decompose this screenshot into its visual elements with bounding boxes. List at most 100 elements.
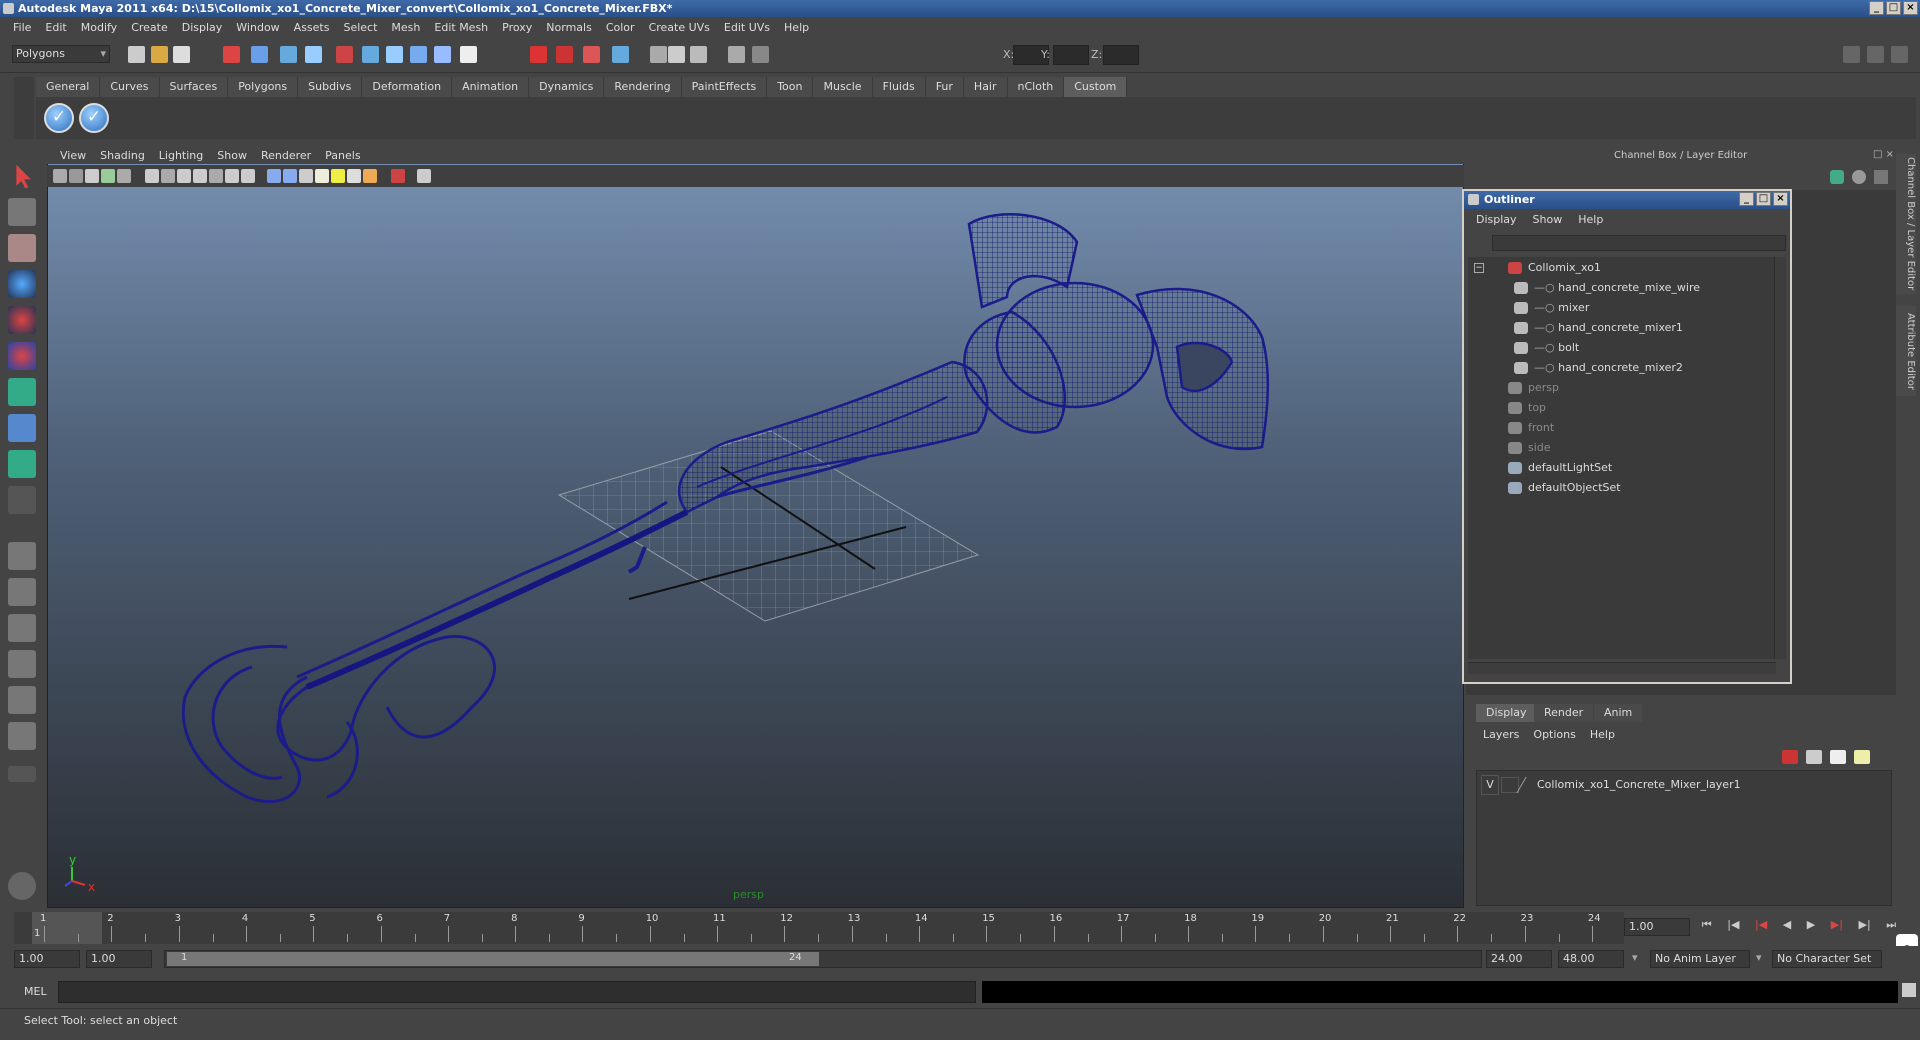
maximize-button[interactable]: □ [1886,1,1901,15]
default-light-icon[interactable] [267,169,281,183]
character-set-dropdown-icon[interactable]: ▾ [1756,951,1762,964]
check-icon[interactable]: ✓ [79,103,109,133]
attribute-editor-side-tab[interactable]: Attribute Editor [1896,306,1916,396]
outliner-item[interactable]: Collomix_xo1 [1508,259,1601,277]
select-tool-icon[interactable] [16,164,31,189]
shelf-tab-ncloth[interactable]: nCloth [1007,77,1065,97]
select-by-hierarchy-icon[interactable] [223,46,240,63]
playback-end-field[interactable]: 24.00 [1486,950,1552,968]
menu-select[interactable]: Select [336,21,384,34]
sculpt-icon[interactable] [728,46,745,63]
outliner-item[interactable]: —○ hand_concrete_mixer2 [1514,359,1683,377]
shelf-tab-deformation[interactable]: Deformation [362,77,453,97]
step-forward-frame-icon[interactable]: ▶| [1859,918,1871,938]
menu-help[interactable]: Help [777,21,816,34]
scale-tool-icon[interactable] [8,342,36,370]
menu-normals[interactable]: Normals [539,21,599,34]
viewport-menu-lighting[interactable]: Lighting [152,149,210,162]
current-time-field[interactable]: 1.00 [1624,918,1690,936]
concrete-mixer-wireframe[interactable]: y x [47,187,1464,908]
layer-tab-display[interactable]: Display [1476,704,1537,722]
shelf-tab-custom[interactable]: Custom [1064,77,1128,97]
backface-icon[interactable] [391,169,405,183]
outliner-item[interactable]: —○ hand_concrete_mixe_wire [1514,279,1700,297]
snap-to-curve-icon[interactable] [386,46,403,63]
z-field[interactable] [1103,45,1139,65]
textured-icon[interactable] [241,169,255,183]
viewport-menu-view[interactable]: View [53,149,93,162]
high-quality-icon[interactable] [347,169,361,183]
go-to-end-icon[interactable]: ⏭ [1886,918,1896,938]
viewport-menu-shading[interactable]: Shading [93,149,152,162]
select-by-component-icon[interactable] [280,46,297,63]
animation-end-field[interactable]: 48.00 [1558,950,1624,968]
outliner-close-button[interactable]: × [1773,192,1788,206]
open-scene-icon[interactable] [151,46,168,63]
range-slider-track[interactable]: 1 24 [164,950,1482,968]
new-layer-empty-icon[interactable] [1782,750,1798,764]
animation-start-field[interactable]: 1.00 [14,950,80,968]
layer-row[interactable]: V Collomix_xo1_Concrete_Mixer_layer1 [1481,775,1881,795]
menu-create-uvs[interactable]: Create UVs [642,21,717,34]
attribute-editor-toggle-icon[interactable] [1867,46,1884,63]
history-icon[interactable] [530,46,547,63]
shelf-tab-muscle[interactable]: Muscle [813,77,873,97]
menu-mesh[interactable]: Mesh [384,21,427,34]
playback-start-field[interactable]: 1.00 [86,950,152,968]
camera-attributes-icon[interactable] [69,169,83,183]
channel-speed-icon[interactable] [1852,170,1866,184]
outliner-item[interactable]: persp [1508,379,1559,397]
shelf-tab-rendering[interactable]: Rendering [604,77,682,97]
last-tool-icon[interactable] [8,486,36,514]
persp-graph-layout-icon[interactable] [8,650,36,678]
outliner-menu-show[interactable]: Show [1525,213,1571,226]
isolate-select-icon[interactable] [331,169,345,183]
menu-edit-mesh[interactable]: Edit Mesh [427,21,495,34]
viewport-menu-renderer[interactable]: Renderer [254,149,318,162]
outliner-menu-help[interactable]: Help [1570,213,1611,226]
hud-icon[interactable] [417,169,431,183]
anim-layer-dropdown[interactable]: No Anim Layer [1650,950,1750,968]
step-forward-key-icon[interactable]: ▶| [1831,918,1843,938]
new-layer-selected-icon[interactable] [1806,750,1822,764]
layer-color-swatch[interactable] [1516,777,1538,793]
outliner-persp-graph-layout-icon[interactable] [8,686,36,714]
outliner-vertical-scrollbar[interactable] [1774,257,1786,659]
viewport-menu-show[interactable]: Show [210,149,254,162]
shelf-tab-surfaces[interactable]: Surfaces [159,77,229,97]
shelf-tab-fluids[interactable]: Fluids [872,77,926,97]
play-backwards-icon[interactable]: ◀ [1783,918,1791,938]
highlight-selection-icon[interactable] [336,46,353,63]
layer-options-icon[interactable] [1854,750,1870,764]
menu-create[interactable]: Create [124,21,175,34]
single-perspective-layout-icon[interactable] [8,542,36,570]
move-tool-icon[interactable] [8,270,36,298]
shelf-tab-hair[interactable]: Hair [963,77,1008,97]
menu-edit[interactable]: Edit [38,21,73,34]
smooth-shade-icon[interactable] [193,169,207,183]
shelf-tab-dynamics[interactable]: Dynamics [529,77,605,97]
menu-modify[interactable]: Modify [74,21,124,34]
soft-modification-icon[interactable] [8,414,36,442]
layer-tab-anim[interactable]: Anim [1594,704,1643,722]
show-manipulator-icon[interactable] [8,450,36,478]
range-slider-handle[interactable] [167,952,819,966]
rotate-tool-icon[interactable] [8,306,36,334]
shadows-icon[interactable] [315,169,329,183]
viewport-menu-panels[interactable]: Panels [318,149,367,162]
anim-layer-dropdown-icon[interactable]: ▾ [1632,951,1638,964]
outliner-item[interactable]: side [1508,439,1551,457]
wireframe-icon[interactable] [177,169,191,183]
outliner-maximize-button[interactable]: □ [1756,192,1771,206]
character-set-dropdown[interactable]: No Character Set [1772,950,1882,968]
ipr-render-icon[interactable] [612,46,629,63]
outliner-item[interactable]: —○ mixer [1514,299,1589,317]
step-back-frame-icon[interactable]: |◀ [1727,918,1739,938]
step-back-key-icon[interactable]: |◀ [1755,918,1767,938]
outliner-filter-field[interactable] [1492,235,1786,251]
outliner-menu-display[interactable]: Display [1468,213,1525,226]
tool-settings-toggle-icon[interactable] [1891,46,1908,63]
lasso-tool-icon[interactable] [8,198,36,226]
menu-edit-uvs[interactable]: Edit UVs [717,21,777,34]
shelf-tab-fur[interactable]: Fur [925,77,964,97]
